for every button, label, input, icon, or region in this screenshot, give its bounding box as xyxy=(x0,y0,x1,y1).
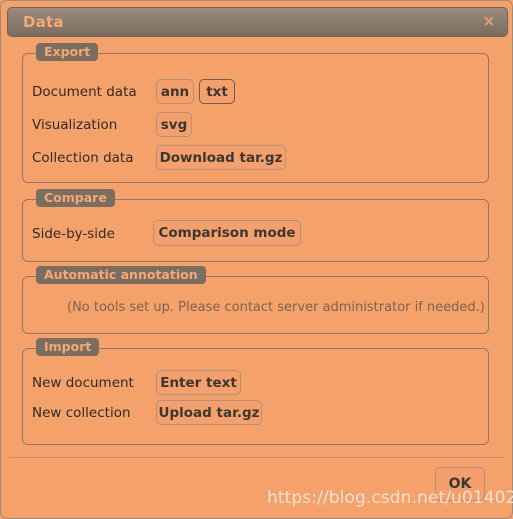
new-document-label: New document xyxy=(32,375,134,391)
export-ann-button[interactable]: ann xyxy=(156,79,194,104)
automatic-annotation-section-legend: Automatic annotation xyxy=(36,266,206,284)
export-svg-button[interactable]: svg xyxy=(156,112,192,137)
download-targz-button[interactable]: Download tar.gz xyxy=(156,145,286,170)
automatic-annotation-note: (No tools set up. Please contact server … xyxy=(67,300,485,315)
new-collection-label: New collection xyxy=(32,405,131,421)
footer-divider xyxy=(9,457,505,458)
data-dialog: Data × Export Document data ann txt Visu… xyxy=(0,0,513,519)
comparison-mode-button[interactable]: Comparison mode xyxy=(153,220,301,246)
export-txt-button[interactable]: txt xyxy=(199,79,235,104)
visualization-label: Visualization xyxy=(32,117,118,133)
enter-text-button[interactable]: Enter text xyxy=(156,370,241,395)
compare-section-legend: Compare xyxy=(36,189,115,207)
watermark-text: https://blog.csdn.net/u014028063 xyxy=(267,488,513,508)
import-section-legend: Import xyxy=(36,338,100,356)
side-by-side-label: Side-by-side xyxy=(32,226,115,242)
collection-data-label: Collection data xyxy=(32,150,134,166)
close-icon[interactable]: × xyxy=(481,12,497,30)
export-section-legend: Export xyxy=(36,43,99,61)
dialog-titlebar[interactable]: Data × xyxy=(7,7,508,37)
upload-targz-button[interactable]: Upload tar.gz xyxy=(156,400,262,425)
import-section: Import xyxy=(22,338,489,445)
document-data-label: Document data xyxy=(32,84,137,100)
dialog-title: Data xyxy=(23,13,64,31)
